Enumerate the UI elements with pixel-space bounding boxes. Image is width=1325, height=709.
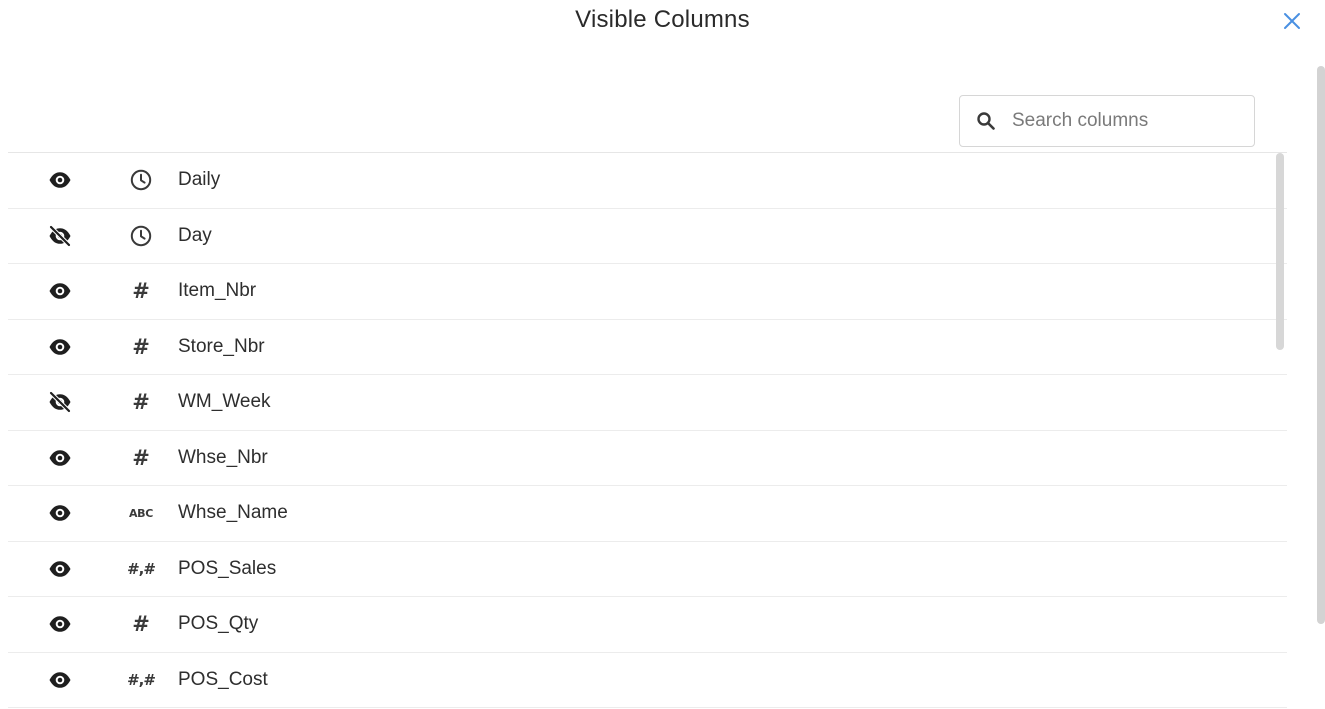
eye-icon[interactable] (48, 557, 72, 581)
visible-columns-dialog: Visible Columns Daily Day # Item_Nbr # Store_… (0, 0, 1325, 709)
column-name: Whse_Nbr (178, 446, 268, 468)
hash-icon: # (132, 445, 150, 470)
dialog-scrollbar-thumb[interactable] (1317, 66, 1325, 624)
decimal-icon: #,# (127, 670, 156, 689)
column-name: Whse_Name (178, 502, 288, 524)
column-row[interactable]: ABC Whse_Name (8, 486, 1287, 542)
eye-icon[interactable] (48, 501, 72, 525)
column-row[interactable]: # Item_Nbr (8, 264, 1287, 320)
column-name: Store_Nbr (178, 335, 265, 357)
search-input[interactable] (1010, 109, 1244, 133)
column-name: POS_Qty (178, 613, 259, 635)
eye-icon[interactable] (48, 612, 72, 636)
column-row[interactable]: # Store_Nbr (8, 320, 1287, 375)
column-row[interactable]: #,# POS_Cost (8, 653, 1287, 708)
column-row[interactable]: # Whse_Nbr (8, 431, 1287, 486)
eye-off-icon[interactable] (48, 224, 72, 248)
column-name: WM_Week (178, 391, 271, 413)
column-row[interactable]: Day (8, 209, 1287, 264)
column-list: Daily Day # Item_Nbr # Store_Nbr # WM_Week # Whse… (8, 153, 1287, 709)
search-box[interactable] (959, 95, 1255, 147)
hash-icon: # (132, 279, 150, 304)
clock-icon (126, 224, 156, 248)
eye-icon[interactable] (48, 668, 72, 692)
dialog-title: Visible Columns (575, 6, 750, 33)
column-row[interactable]: #,# POS_Sales (8, 542, 1287, 597)
eye-icon[interactable] (48, 446, 72, 470)
abc-icon: ABC (128, 506, 154, 520)
list-scrollbar-thumb[interactable] (1276, 153, 1284, 350)
hash-icon: # (132, 390, 150, 415)
column-name: Daily (178, 169, 221, 191)
column-row[interactable]: # POS_Qty (8, 597, 1287, 653)
decimal-icon: #,# (127, 559, 156, 578)
column-name: Day (178, 224, 212, 246)
close-button[interactable] (1279, 8, 1305, 34)
column-row[interactable]: Daily (8, 153, 1287, 209)
search-icon (975, 110, 997, 132)
hash-icon: # (132, 612, 150, 637)
column-name: POS_Sales (178, 557, 277, 579)
eye-icon[interactable] (48, 335, 72, 359)
hash-icon: # (132, 334, 150, 359)
clock-icon (126, 168, 156, 192)
eye-icon[interactable] (48, 168, 72, 192)
column-name: POS_Cost (178, 668, 268, 690)
column-row[interactable]: # WM_Week (8, 375, 1287, 431)
column-name: Item_Nbr (178, 280, 257, 302)
close-icon (1284, 13, 1300, 29)
eye-icon[interactable] (48, 279, 72, 303)
eye-off-icon[interactable] (48, 390, 72, 414)
